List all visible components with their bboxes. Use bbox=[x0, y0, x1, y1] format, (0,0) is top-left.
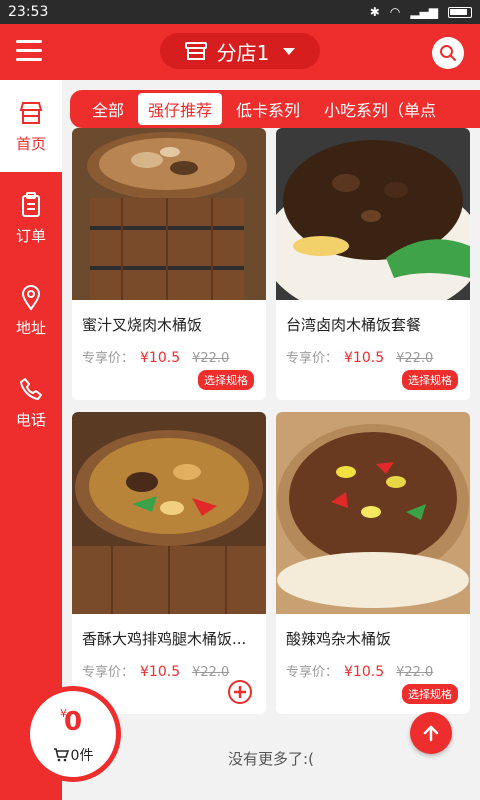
sidebar-item-orders[interactable]: 订单 bbox=[0, 172, 62, 264]
product-card[interactable]: 蜜汁叉烧肉木桶饭 专享价： ¥10.5 ¥22.0 选择规格 bbox=[72, 128, 266, 400]
menu-icon[interactable] bbox=[16, 40, 42, 62]
clipboard-icon bbox=[22, 191, 40, 217]
price-original: ¥22.0 bbox=[192, 665, 230, 680]
tab-low-calorie[interactable]: 低卡系列 bbox=[226, 93, 310, 125]
product-name: 酸辣鸡杂木桶饭 bbox=[286, 630, 392, 648]
product-image bbox=[72, 128, 266, 300]
store-icon bbox=[184, 42, 207, 60]
tab-recommended[interactable]: 强仔推荐 bbox=[138, 93, 223, 125]
product-name: 台湾卤肉木桶饭套餐 bbox=[286, 316, 422, 334]
sidebar-item-label: 首页 bbox=[15, 134, 46, 153]
product-grid: 蜜汁叉烧肉木桶饭 专享价： ¥10.5 ¥22.0 选择规格 台湾卤肉木桶饭套餐… bbox=[62, 128, 480, 728]
cart-count: 0件 bbox=[70, 748, 94, 764]
no-more-text: 没有更多了:( bbox=[228, 750, 314, 768]
price-label: 专享价： bbox=[286, 665, 339, 680]
sidebar-item-home[interactable]: 首页 bbox=[0, 80, 62, 172]
tab-all[interactable]: 全部 bbox=[82, 93, 134, 125]
product-card[interactable]: 台湾卤肉木桶饭套餐 专享价： ¥10.5 ¥22.0 选择规格 bbox=[276, 128, 470, 400]
product-image bbox=[276, 412, 470, 614]
tab-snacks[interactable]: 小吃系列（单点 bbox=[314, 93, 446, 125]
price-current: ¥10.5 bbox=[344, 664, 385, 680]
product-image bbox=[72, 412, 266, 614]
product-name: 香酥大鸡排鸡腿木桶饭... bbox=[82, 630, 247, 648]
price-original: ¥22.0 bbox=[396, 665, 434, 680]
select-spec-button[interactable]: 选择规格 bbox=[198, 370, 254, 390]
battery-icon bbox=[448, 6, 472, 18]
store-selector[interactable]: 分店1 bbox=[160, 33, 320, 69]
select-spec-button[interactable]: 选择规格 bbox=[402, 370, 458, 390]
price-label: 专享价： bbox=[82, 665, 135, 680]
sidebar-item-label: 地址 bbox=[15, 318, 46, 337]
add-to-cart-button[interactable] bbox=[228, 680, 252, 704]
search-button[interactable] bbox=[432, 37, 464, 69]
status-bar: 23:53 ✱ ◠ ▂▄▆ bbox=[0, 0, 480, 24]
app-bar: 分店1 bbox=[0, 24, 480, 80]
bluetooth-icon: ✱ bbox=[369, 5, 380, 19]
signal-icon: ▂▄▆ bbox=[410, 5, 438, 19]
product-name: 蜜汁叉烧肉木桶饭 bbox=[82, 316, 203, 334]
wifi-icon: ◠ bbox=[389, 5, 401, 19]
price-current: ¥10.5 bbox=[140, 664, 181, 680]
status-time: 23:53 bbox=[8, 4, 49, 20]
store-icon bbox=[19, 101, 43, 124]
category-tabs: 全部 强仔推荐 低卡系列 小吃系列（单点 bbox=[70, 90, 480, 128]
price-current: ¥10.5 bbox=[344, 350, 385, 366]
sidebar-item-address[interactable]: 地址 bbox=[0, 264, 62, 356]
product-image bbox=[276, 128, 470, 300]
location-pin-icon bbox=[21, 284, 41, 311]
back-to-top-button[interactable] bbox=[410, 712, 452, 754]
cart-icon bbox=[53, 748, 69, 762]
sidebar-item-label: 电话 bbox=[15, 410, 46, 429]
sidebar-item-label: 订单 bbox=[15, 226, 46, 245]
arrow-up-icon bbox=[423, 725, 439, 742]
cart-total: 0 bbox=[63, 707, 83, 737]
product-card[interactable]: 酸辣鸡杂木桶饭 专享价： ¥10.5 ¥22.0 选择规格 bbox=[276, 412, 470, 714]
store-name: 分店1 bbox=[216, 40, 270, 65]
search-icon bbox=[440, 45, 456, 61]
sidebar-item-phone[interactable]: 电话 bbox=[0, 356, 62, 448]
cart-button[interactable]: ¥ 0 0件 bbox=[25, 686, 121, 782]
price-original: ¥22.0 bbox=[396, 351, 434, 366]
chevron-down-icon bbox=[283, 47, 296, 55]
phone-icon bbox=[20, 377, 42, 400]
price-original: ¥22.0 bbox=[192, 351, 230, 366]
plus-icon bbox=[234, 686, 246, 698]
price-label: 专享价： bbox=[286, 351, 339, 366]
select-spec-button[interactable]: 选择规格 bbox=[402, 684, 458, 704]
price-label: 专享价： bbox=[82, 351, 135, 366]
product-card[interactable]: 香酥大鸡排鸡腿木桶饭... 专享价： ¥10.5 ¥22.0 bbox=[72, 412, 266, 714]
price-current: ¥10.5 bbox=[140, 350, 181, 366]
